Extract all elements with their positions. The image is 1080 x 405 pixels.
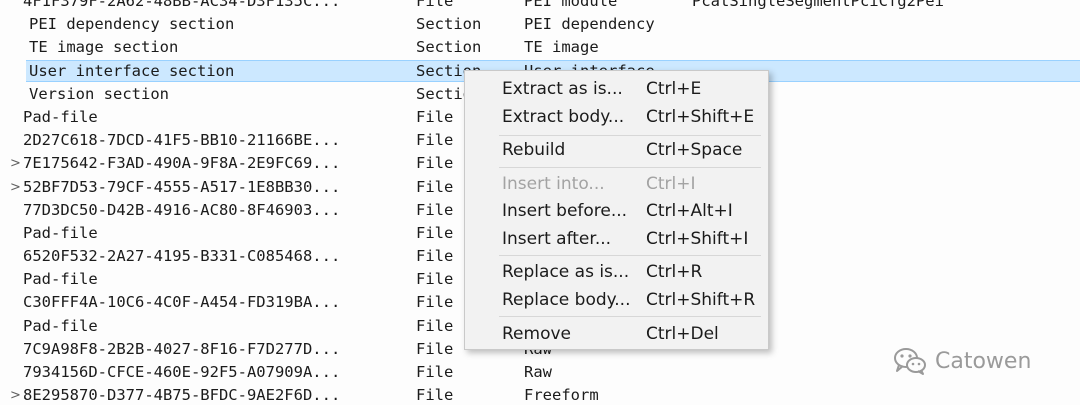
- tree-row-name: 7934156D-CFCE-460E-92F5-A07909A...: [23, 363, 341, 381]
- menu-item-label: Remove: [502, 324, 571, 344]
- tree-row-type: File: [416, 363, 454, 381]
- menu-item-label: Insert after...: [502, 229, 612, 249]
- expand-arrow-icon[interactable]: ⌃: [10, 0, 22, 13]
- menu-item-shortcut: Ctrl+E: [646, 79, 702, 99]
- menu-item-shortcut: Ctrl+Shift+I: [646, 229, 749, 249]
- menu-item-label: Rebuild: [502, 140, 566, 160]
- tree-row-name: User interface section: [29, 61, 235, 80]
- menu-item-extract-body[interactable]: Extract body... Ctrl+Shift+E: [465, 103, 768, 131]
- tree-row-type: File: [416, 223, 454, 242]
- tree-row[interactable]: TE image section Section TE image: [0, 36, 1080, 59]
- tree-row-type: File: [416, 154, 454, 173]
- menu-item-label: Insert into...: [502, 174, 605, 194]
- tree-row-subtype: PEI module: [524, 0, 618, 10]
- tree-row-type: File: [416, 339, 454, 358]
- menu-item-shortcut: Ctrl+Del: [646, 324, 719, 344]
- tree-row-name: 6520F532-2A27-4195-B331-C085468...: [23, 247, 341, 266]
- tree-row-type: File: [416, 177, 454, 196]
- menu-item-shortcut: Ctrl+R: [646, 262, 703, 282]
- tree-row[interactable]: ⌃ 4F1F379F-2A62-48BB-AC34-D3F135C... Fil…: [0, 0, 1080, 13]
- tree-row-name: 77D3DC50-D42B-4916-AC80-8F46903...: [23, 200, 341, 219]
- menu-item-replace-as-is[interactable]: Replace as is... Ctrl+R: [465, 258, 768, 286]
- tree-row-name: Version section: [29, 84, 169, 103]
- tree-row[interactable]: > 8E295870-D377-4B75-BFDC-9AE2F6D... Fil…: [0, 384, 1080, 405]
- tree-row-name: Pad-file: [23, 107, 98, 126]
- tree-row-type: File: [416, 200, 454, 219]
- tree-row-name: C30FFF4A-10C6-4C0F-A454-FD319BA...: [23, 293, 341, 312]
- tree-row-name: PEI dependency section: [29, 15, 235, 34]
- tree-row-name: TE image section: [29, 38, 179, 57]
- tree-row-type: File: [416, 316, 454, 335]
- watermark-text: Catowen: [935, 348, 1032, 374]
- menu-item-label: Extract body...: [502, 107, 625, 127]
- menu-item-shortcut: Ctrl+Shift+E: [646, 107, 755, 127]
- app-window: ⌃ 4F1F379F-2A62-48BB-AC34-D3F135C... Fil…: [0, 0, 1080, 405]
- menu-item-shortcut: Ctrl+I: [646, 174, 696, 194]
- tree-row-name: Pad-file: [23, 223, 98, 242]
- tree-row-subtype: Freeform: [524, 386, 599, 405]
- menu-item-replace-body[interactable]: Replace body... Ctrl+Shift+R: [465, 286, 768, 314]
- tree-row-text: PcatSingleSegmentPciCfg2Pei: [692, 0, 944, 10]
- expand-chevron-icon[interactable]: >: [10, 176, 22, 199]
- watermark: Catowen: [893, 345, 1031, 377]
- menu-item-label: Replace body...: [502, 290, 631, 310]
- menu-item-insert-into: Insert into... Ctrl+I: [465, 170, 768, 198]
- tree-row-type: File: [416, 0, 454, 10]
- menu-item-label: Replace as is...: [502, 262, 630, 282]
- tree-row-name: Pad-file: [23, 270, 98, 289]
- tree-row-type: Section: [416, 38, 482, 57]
- menu-item-insert-before[interactable]: Insert before... Ctrl+Alt+I: [465, 197, 768, 225]
- menu-item-label: Insert before...: [502, 201, 628, 221]
- tree-row-type: File: [416, 270, 454, 289]
- tree-row-type: Section: [416, 15, 482, 34]
- menu-separator: [499, 255, 761, 256]
- context-menu: Extract as is... Ctrl+E Extract body... …: [464, 70, 769, 350]
- menu-item-insert-after[interactable]: Insert after... Ctrl+Shift+I: [465, 225, 768, 253]
- tree-row-name: 52BF7D53-79CF-4555-A517-1E8BB30...: [23, 177, 341, 196]
- menu-item-rebuild[interactable]: Rebuild Ctrl+Space: [465, 136, 768, 164]
- tree-row-type: File: [416, 293, 454, 312]
- tree-row-type: File: [416, 107, 454, 126]
- menu-item-shortcut: Ctrl+Space: [646, 140, 743, 160]
- tree-row-name: 4F1F379F-2A62-48BB-AC34-D3F135C...: [23, 0, 341, 10]
- expand-chevron-icon[interactable]: >: [10, 152, 22, 175]
- menu-item-shortcut: Ctrl+Alt+I: [646, 201, 733, 221]
- tree-row-name: 7C9A98F8-2B2B-4027-8F16-F7D277D...: [23, 339, 341, 358]
- menu-item-remove[interactable]: Remove Ctrl+Del: [465, 320, 768, 348]
- tree-row-type: File: [416, 131, 454, 150]
- tree-row-type: File: [416, 386, 454, 405]
- tree-row-name: 2D27C618-7DCD-41F5-BB10-21166BE...: [23, 131, 341, 150]
- wechat-icon: [893, 346, 927, 376]
- tree-row-name: 8E295870-D377-4B75-BFDC-9AE2F6D...: [23, 386, 341, 405]
- menu-item-label: Extract as is...: [502, 79, 623, 99]
- tree-row-type: File: [416, 247, 454, 266]
- tree-row-subtype: PEI dependency: [524, 15, 655, 34]
- tree-row[interactable]: PEI dependency section Section PEI depen…: [0, 13, 1080, 36]
- tree-row-subtype: Raw: [524, 363, 552, 381]
- tree-row-name: 7E175642-F3AD-490A-9F8A-2E9FC69...: [23, 154, 341, 173]
- menu-item-shortcut: Ctrl+Shift+R: [646, 290, 756, 310]
- expand-chevron-icon[interactable]: >: [10, 384, 22, 405]
- tree-row-subtype: TE image: [524, 38, 599, 57]
- tree-row-name: Pad-file: [23, 316, 98, 335]
- menu-separator: [499, 316, 761, 317]
- menu-separator: [499, 167, 761, 168]
- menu-item-extract-as-is[interactable]: Extract as is... Ctrl+E: [465, 75, 768, 103]
